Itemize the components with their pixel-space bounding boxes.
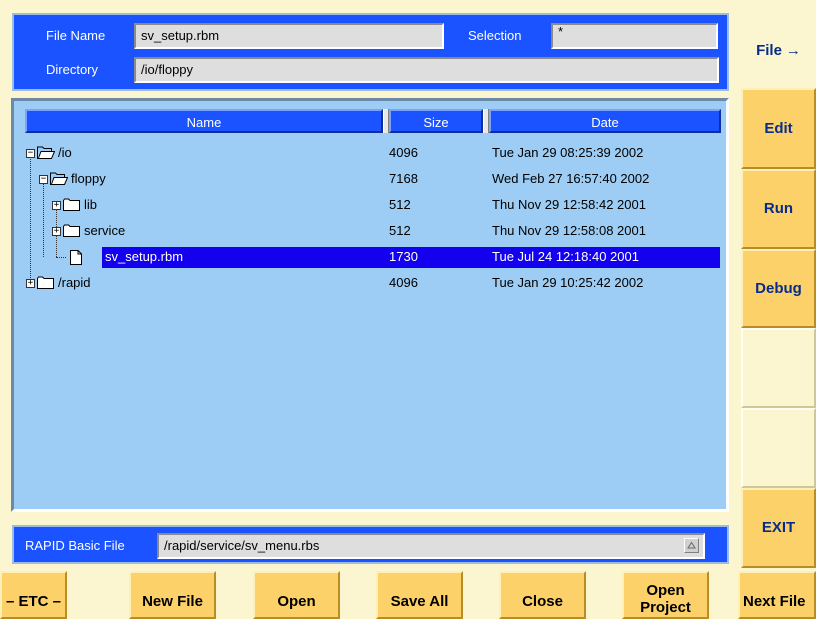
folder-open-icon <box>37 146 55 159</box>
list-item[interactable]: − floppy 7168 Wed Feb 27 16:57:40 2002 <box>14 167 726 193</box>
file-icon <box>70 250 82 265</box>
new-file-button[interactable]: New File <box>129 571 216 619</box>
file-name-cell: floppy <box>71 171 106 186</box>
file-name-label: File Name <box>46 28 106 43</box>
etc-button[interactable]: – ETC – <box>0 571 67 619</box>
list-item[interactable]: + lib 512 Thu Nov 29 12:58:42 2001 <box>14 193 726 219</box>
open-project-button[interactable]: Open Project <box>622 571 709 619</box>
file-tree-list[interactable]: Name Size Date − /io 4096 Tue Jan 29 08:… <box>11 98 729 512</box>
file-size-cell: 4096 <box>389 275 418 290</box>
file-name-cell: lib <box>84 197 98 212</box>
file-name-cell: /io <box>58 145 72 160</box>
rapid-basic-file-field[interactable]: /rapid/service/sv_menu.rbs <box>157 533 705 559</box>
folder-open-icon <box>50 172 68 185</box>
menu-empty-slot <box>741 328 816 408</box>
dropdown-button[interactable] <box>684 538 699 553</box>
rapid-basic-file-panel: RAPID Basic File /rapid/service/sv_menu.… <box>12 525 729 564</box>
tree-expand-icon[interactable]: + <box>52 201 61 210</box>
next-file-button[interactable]: Next File <box>738 571 816 619</box>
arrow-icon <box>687 541 696 549</box>
file-date-cell: Tue Jan 29 10:25:42 2002 <box>492 275 644 290</box>
file-size-cell: 512 <box>389 223 411 238</box>
rapid-basic-file-value: /rapid/service/sv_menu.rbs <box>164 538 320 553</box>
menu-file-label: File <box>756 42 782 59</box>
open-project-label-line1: Open <box>646 582 685 599</box>
menu-edit-button[interactable]: Edit <box>741 88 816 169</box>
close-button[interactable]: Close <box>499 571 586 619</box>
open-button[interactable]: Open <box>253 571 340 619</box>
file-size-cell: 4096 <box>389 145 418 160</box>
menu-empty-slot <box>741 408 816 488</box>
file-date-cell: Thu Nov 29 12:58:08 2001 <box>492 223 646 238</box>
menu-run-button[interactable]: Run <box>741 169 816 249</box>
file-date-cell: Wed Feb 27 16:57:40 2002 <box>492 171 650 186</box>
file-size-cell: 1730 <box>389 249 418 264</box>
file-date-cell: Thu Nov 29 12:58:42 2001 <box>492 197 646 212</box>
file-info-panel: File Name sv_setup.rbm Selection * Direc… <box>12 13 729 91</box>
list-item[interactable]: + service 512 Thu Nov 29 12:58:08 2001 <box>14 219 726 245</box>
tree-expand-icon[interactable]: + <box>52 227 61 236</box>
file-size-cell: 512 <box>389 197 411 212</box>
exit-button[interactable]: EXIT <box>741 488 816 568</box>
arrow-icon: → <box>785 42 801 59</box>
file-name-cell: service <box>84 223 126 238</box>
file-size-cell: 7168 <box>389 171 418 186</box>
rapid-basic-file-label: RAPID Basic File <box>25 538 125 553</box>
column-header-size[interactable]: Size <box>389 109 483 133</box>
tree-collapse-icon[interactable]: − <box>39 175 48 184</box>
file-name-field[interactable]: sv_setup.rbm <box>134 23 444 49</box>
save-all-button[interactable]: Save All <box>376 571 463 619</box>
column-header-date[interactable]: Date <box>489 109 721 133</box>
folder-icon <box>63 224 80 237</box>
selection-label: Selection <box>468 28 522 43</box>
selection-field[interactable]: * <box>551 23 718 49</box>
file-name-cell: sv_setup.rbm <box>105 249 184 264</box>
list-item[interactable]: + /rapid 4096 Tue Jan 29 10:25:42 2002 <box>14 271 726 297</box>
file-date-cell: Tue Jul 24 12:18:40 2001 <box>492 249 639 264</box>
menu-debug-button[interactable]: Debug <box>741 249 816 328</box>
tree-expand-icon[interactable]: + <box>26 279 35 288</box>
folder-icon <box>37 276 54 289</box>
folder-icon <box>63 198 80 211</box>
list-item[interactable]: − /io 4096 Tue Jan 29 08:25:39 2002 <box>14 141 726 167</box>
open-project-label-line2: Project <box>640 599 691 616</box>
tree-collapse-icon[interactable]: − <box>26 149 35 158</box>
list-item-selected[interactable]: sv_setup.rbm 1730 Tue Jul 24 12:18:40 20… <box>14 245 726 271</box>
column-header-name[interactable]: Name <box>25 109 383 133</box>
file-date-cell: Tue Jan 29 08:25:39 2002 <box>492 145 644 160</box>
directory-field[interactable]: /io/floppy <box>134 57 719 83</box>
directory-label: Directory <box>46 62 99 77</box>
file-name-cell: /rapid <box>58 275 91 290</box>
menu-file-button[interactable]: File → <box>741 13 816 88</box>
